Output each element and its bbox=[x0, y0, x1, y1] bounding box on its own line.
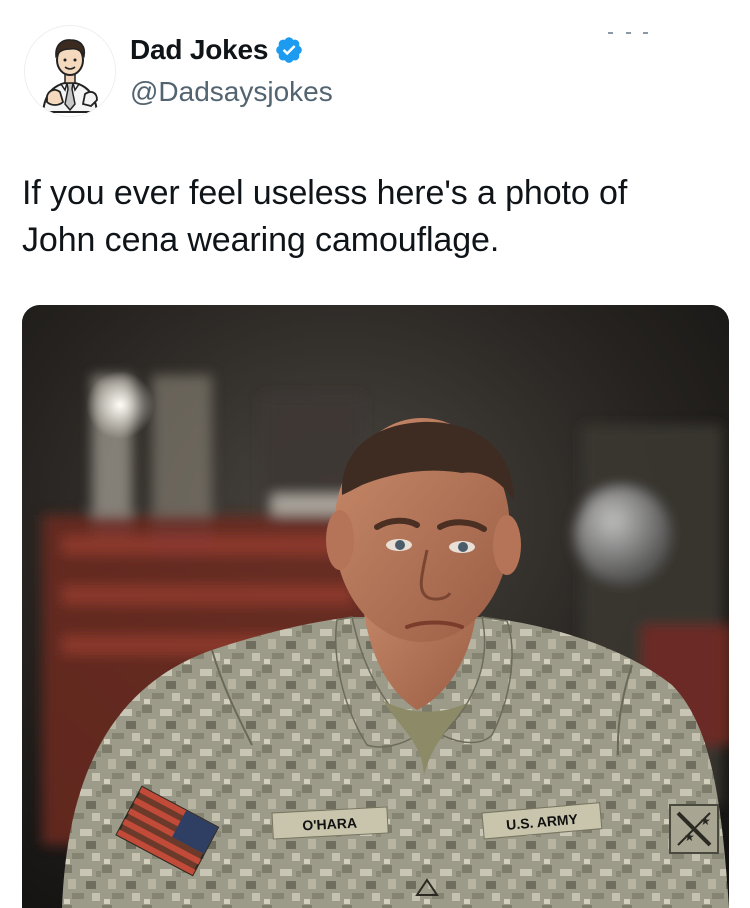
author-avatar[interactable] bbox=[24, 25, 116, 117]
verified-badge-icon bbox=[276, 37, 303, 63]
tweet-text-line: If you ever feel useless here's a photo … bbox=[22, 174, 628, 212]
more-options-icon[interactable] bbox=[608, 32, 648, 46]
tweet-text-line: John cena wearing camouflage. bbox=[22, 221, 500, 259]
tweet-card[interactable]: Dad Jokes @Dadsaysjokes If you ever feel… bbox=[0, 0, 750, 908]
tweet-text: If you ever feel useless here's a photo … bbox=[22, 170, 722, 264]
author-name-text[interactable]: Dad Jokes bbox=[130, 32, 268, 68]
author-handle[interactable]: @Dadsaysjokes bbox=[130, 74, 333, 110]
name-tape-text: O'HARA bbox=[302, 815, 357, 834]
author-name[interactable]: Dad Jokes bbox=[130, 32, 304, 68]
svg-text:★: ★ bbox=[684, 830, 695, 844]
cartoon-dad-avatar-icon bbox=[25, 26, 115, 116]
tweet-photo[interactable]: O'HARA U.S. ARMY ★ ★ bbox=[22, 305, 729, 908]
svg-text:★: ★ bbox=[700, 814, 711, 828]
soldier-photo-image: O'HARA U.S. ARMY ★ ★ bbox=[22, 305, 729, 908]
